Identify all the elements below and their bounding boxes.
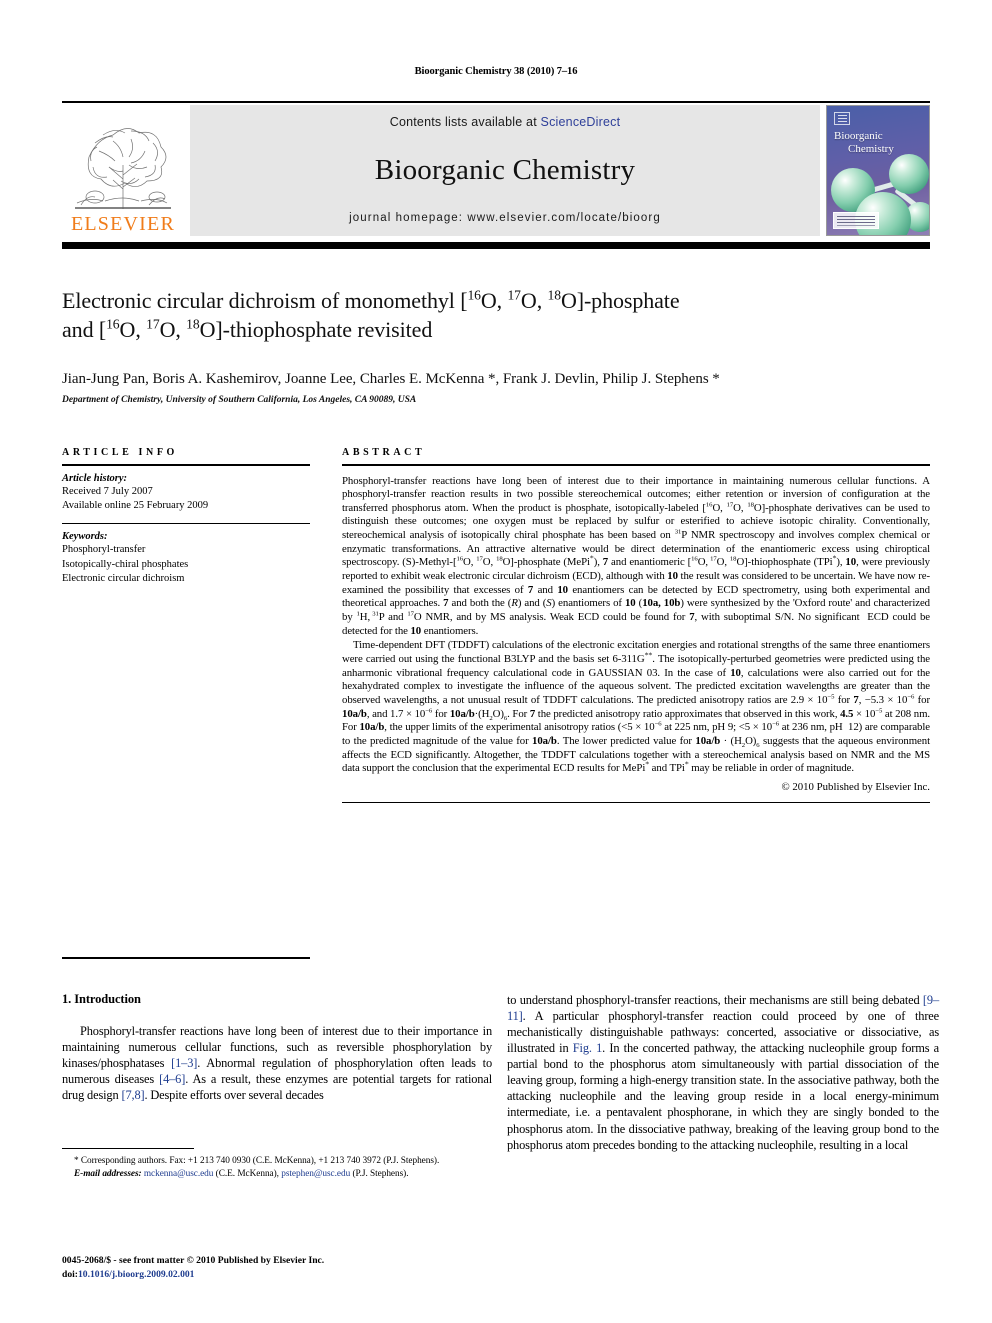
footnote-block: * Corresponding authors. Fax: +1 213 740… (62, 1148, 492, 1181)
article-history-online: Available online 25 February 2009 (62, 499, 209, 511)
body-column-left: 1. Introduction Phosphoryl-transfer reac… (62, 992, 492, 1103)
email-addresses-note: E-mail addresses: mckenna@usc.edu (C.E. … (62, 1168, 492, 1180)
divider (342, 801, 930, 804)
intro-paragraph-left: Phosphoryl-transfer reactions have long … (62, 1024, 492, 1103)
footnote-divider (62, 1148, 194, 1149)
elsevier-wordmark: ELSEVIER (70, 213, 176, 235)
keyword-item: Phosphoryl-transfer (62, 544, 146, 556)
contents-lists-prefix: Contents lists available at (389, 115, 541, 129)
divider (62, 522, 310, 525)
journal-cover-thumbnail: Bioorganic Chemistry (826, 105, 930, 236)
article-history-received: Received 7 July 2007 (62, 485, 153, 497)
journal-title: Bioorganic Chemistry (374, 154, 636, 186)
running-head: Bioorganic Chemistry 38 (2010) 7–16 (414, 66, 578, 77)
molecule-sphere-icon (889, 154, 929, 194)
section-heading-introduction: 1. Introduction (62, 992, 141, 1006)
abstract-paragraph: Phosphoryl-transfer reactions have long … (342, 474, 930, 637)
title-line2: and [16O, 17O, 18O]-thiophosphate revisi… (62, 316, 433, 343)
cover-publisher-mark-icon (834, 112, 850, 125)
elsevier-logo: ELSEVIER (62, 105, 184, 236)
abstract-heading: ABSTRACT (342, 447, 426, 458)
keyword-item: Electronic circular dichroism (62, 572, 185, 584)
keyword-item: Isotopically-chiral phosphates (62, 558, 189, 570)
email-name-mckenna: (C.E. McKenna), (215, 1169, 279, 1180)
abstract-copyright: © 2010 Published by Elsevier Inc. (781, 780, 930, 793)
corresponding-author-note: * Corresponding authors. Fax: +1 213 740… (74, 1156, 440, 1166)
abstract-block: ABSTRACT Phosphoryl-transfer reactions h… (342, 447, 931, 804)
journal-header-band: ELSEVIER Contents lists available at Sci… (62, 101, 930, 238)
divider (342, 464, 930, 466)
doi-prefix: doi: (62, 1268, 78, 1280)
header-top-rule (62, 101, 930, 103)
elsevier-tree-icon (75, 128, 171, 209)
journal-header-center: Contents lists available at ScienceDirec… (190, 105, 820, 236)
cover-journal-title: Bioorganic Chemistry (834, 130, 894, 155)
cover-title-line2: Chemistry (848, 142, 894, 155)
cover-title-line1: Bioorganic (834, 130, 883, 142)
sciencedirect-link[interactable]: ScienceDirect (541, 115, 621, 129)
journal-article-page: Bioorganic Chemistry 38 (2010) 7–16 ELSE… (0, 0, 992, 1323)
author-list: Jian-Jung Pan, Boris A. Kashemirov, Joan… (62, 371, 720, 387)
body-column-right: to understand phosphoryl-transfer reacti… (507, 992, 939, 1153)
page-title: Electronic circular dichroism of monomet… (62, 286, 942, 344)
intro-paragraph-right: to understand phosphoryl-transfer reacti… (507, 993, 939, 1152)
contents-lists-line: Contents lists available at ScienceDirec… (390, 115, 621, 129)
email-name-stephens: (P.J. Stephens). (352, 1169, 409, 1180)
article-info-heading: ARTICLE INFO (62, 447, 178, 458)
email-link-mckenna[interactable]: mckenna@usc.edu (144, 1169, 214, 1179)
divider (62, 957, 310, 959)
issn-copyright-block: 0045-2068/$ - see front matter © 2010 Pu… (62, 1254, 522, 1282)
email-link-stephens[interactable]: pstephen@usc.edu (281, 1169, 350, 1179)
affiliation: Department of Chemistry, University of S… (62, 395, 417, 405)
article-info-closing-rule (62, 957, 310, 959)
article-history-label: Article history: (62, 472, 128, 484)
title-line1: Electronic circular dichroism of monomet… (62, 287, 680, 313)
doi-link[interactable]: 10.1016/j.bioorg.2009.02.001 (78, 1269, 194, 1280)
cover-footer-badge-icon (833, 212, 879, 229)
header-bottom-bar (62, 242, 930, 249)
divider (62, 464, 310, 466)
journal-homepage-link[interactable]: journal homepage: www.elsevier.com/locat… (349, 212, 661, 224)
abstract-paragraph: Time-dependent DFT (TDDFT) calculations … (342, 639, 931, 775)
doi-line: doi:10.1016/j.bioorg.2009.02.001 (62, 1268, 522, 1282)
keywords-label: Keywords: (62, 531, 108, 543)
issn-line: 0045-2068/$ - see front matter © 2010 Pu… (62, 1255, 325, 1266)
article-info-block: ARTICLE INFO Article history: Received 7… (62, 447, 310, 586)
email-label: E-mail addresses: (74, 1169, 142, 1180)
